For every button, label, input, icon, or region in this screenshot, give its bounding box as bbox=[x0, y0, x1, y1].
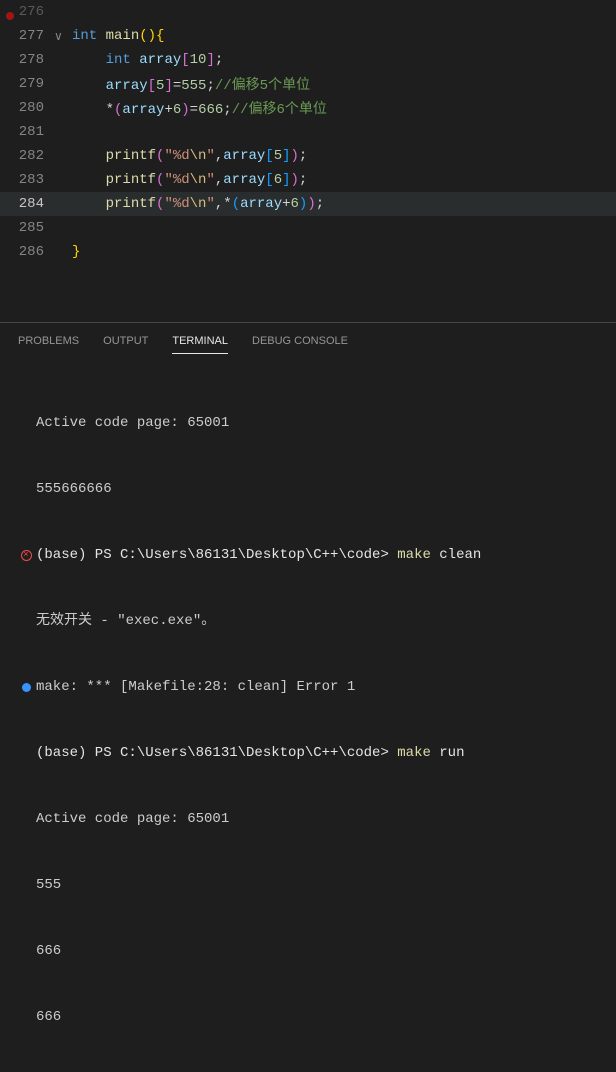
terminal-line: Active code page: 65001 bbox=[18, 412, 598, 434]
terminal-line: 555 bbox=[18, 874, 598, 896]
line-number: 283 bbox=[0, 172, 54, 188]
code-line: 285 bbox=[0, 216, 616, 240]
line-number: 281 bbox=[0, 124, 54, 140]
tab-terminal[interactable]: TERMINAL bbox=[172, 331, 228, 354]
code-line: 281 bbox=[0, 120, 616, 144]
code-line: 286 } bbox=[0, 240, 616, 264]
code-line: 277 ∨ int main(){ bbox=[0, 24, 616, 48]
line-number: 276 bbox=[0, 4, 54, 20]
fold-icon[interactable]: ∨ bbox=[54, 29, 72, 44]
panel-tabs: PROBLEMS OUTPUT TERMINAL DEBUG CONSOLE bbox=[0, 323, 616, 354]
code-line: 283 printf("%d\n",array[6]); bbox=[0, 168, 616, 192]
line-number: 286 bbox=[0, 244, 54, 260]
tab-debug-console[interactable]: DEBUG CONSOLE bbox=[252, 331, 348, 354]
code-editor[interactable]: 276 277 ∨ int main(){ 278 int array[10];… bbox=[0, 0, 616, 264]
line-number: 285 bbox=[0, 220, 54, 236]
code-line: 278 int array[10]; bbox=[0, 48, 616, 72]
line-number: 284 bbox=[0, 196, 54, 212]
line-number: 280 bbox=[0, 100, 54, 116]
line-number: 277 bbox=[0, 28, 54, 44]
line-number: 282 bbox=[0, 148, 54, 164]
code-line: 279 array[5]=555;//偏移5个单位 bbox=[0, 72, 616, 96]
terminal-line: make: *** [Makefile:28: clean] Error 1 bbox=[18, 676, 598, 698]
terminal-line: Active code page: 65001 bbox=[18, 808, 598, 830]
terminal-line: 无效开关 - "exec.exe"。 bbox=[18, 610, 598, 632]
tab-problems[interactable]: PROBLEMS bbox=[18, 331, 79, 354]
terminal-line: 666 bbox=[18, 1006, 598, 1028]
terminal-line: 666 bbox=[18, 940, 598, 962]
line-number: 279 bbox=[0, 76, 54, 92]
error-icon bbox=[18, 550, 34, 561]
terminal[interactable]: Active code page: 65001 555666666 (base)… bbox=[0, 354, 616, 1072]
code-line: 284 printf("%d\n",*(array+6)); bbox=[0, 192, 616, 216]
breakpoint-icon[interactable] bbox=[6, 12, 14, 20]
terminal-line: (base) PS C:\Users\86131\Desktop\C++\cod… bbox=[18, 544, 598, 566]
line-number: 278 bbox=[0, 52, 54, 68]
code-line: 282 printf("%d\n",array[5]); bbox=[0, 144, 616, 168]
code-line: 276 bbox=[0, 0, 616, 24]
tab-output[interactable]: OUTPUT bbox=[103, 331, 148, 354]
code-line: 280 *(array+6)=666;//偏移6个单位 bbox=[0, 96, 616, 120]
info-icon bbox=[18, 683, 34, 692]
terminal-line: (base) PS C:\Users\86131\Desktop\C++\cod… bbox=[18, 742, 598, 764]
terminal-line: 555666666 bbox=[18, 478, 598, 500]
bottom-panel: PROBLEMS OUTPUT TERMINAL DEBUG CONSOLE A… bbox=[0, 322, 616, 1072]
